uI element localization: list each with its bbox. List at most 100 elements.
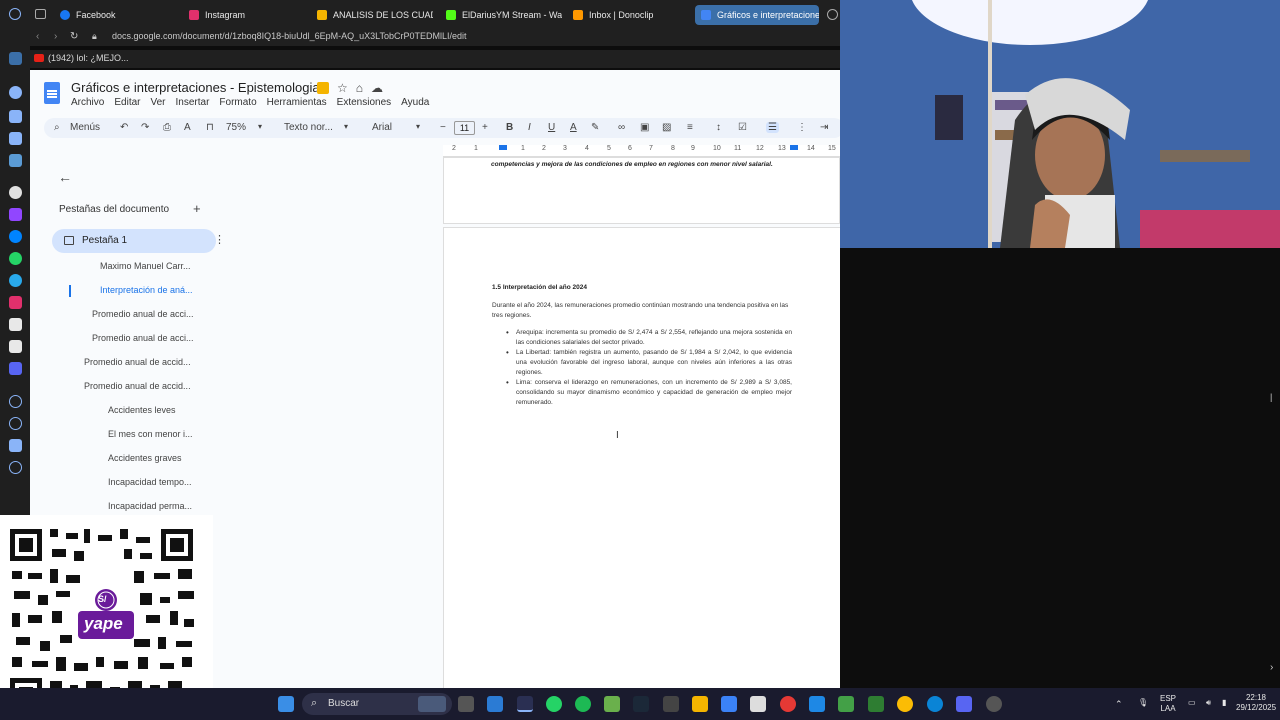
settings-icon[interactable]	[9, 461, 22, 474]
favorite-link[interactable]: (1942) lol: ¿MEJO...	[48, 53, 129, 63]
menu-editar[interactable]: Editar	[114, 97, 140, 108]
home-icon[interactable]	[9, 52, 22, 65]
tab-docs-active[interactable]: Gráficos e interpretacione	[695, 5, 819, 25]
indent-marker-icon[interactable]	[499, 145, 507, 150]
extensions-icon[interactable]	[9, 439, 22, 452]
settings-icon[interactable]	[827, 9, 838, 20]
outline-item[interactable]: Promedio anual de acci...	[92, 309, 194, 319]
docs-logo-icon[interactable]	[44, 82, 60, 104]
move-folder-icon[interactable]: ⌂	[356, 81, 363, 95]
previous-page[interactable]: competencias y mejora de las condiciones…	[443, 157, 840, 224]
zoom-select[interactable]: 75%	[226, 122, 246, 133]
style-select[interactable]: Texto nor...	[284, 122, 333, 133]
chevron-right-icon[interactable]: ›	[1270, 662, 1273, 673]
outline-item[interactable]: Accidentes graves	[108, 453, 182, 463]
menu-formato[interactable]: Formato	[219, 97, 256, 108]
image-icon[interactable]: ▨	[662, 122, 671, 133]
clock[interactable]: 22:18 29/12/2025	[1236, 693, 1276, 713]
outline-item[interactable]: Incapacidad perma...	[108, 501, 192, 511]
link-icon[interactable]: ∞	[618, 122, 625, 133]
player-icon[interactable]	[9, 395, 22, 408]
line-spacing-icon[interactable]: ↕	[716, 122, 721, 133]
copilot-icon[interactable]	[721, 696, 737, 712]
more-vert-icon[interactable]: ⋮	[214, 233, 225, 246]
print-icon[interactable]: ⎙	[163, 122, 171, 133]
menu-archivo[interactable]: Archivo	[71, 97, 104, 108]
outline-item[interactable]: Promedio anual de accid...	[84, 381, 191, 391]
back-icon[interactable]: ‹	[36, 31, 39, 42]
numbered-list-icon[interactable]: ⋮	[797, 122, 807, 133]
outline-item[interactable]: Accidentes leves	[108, 405, 176, 415]
task-view-icon[interactable]	[458, 696, 474, 712]
tray-chevron-icon[interactable]: ⌃	[1115, 699, 1123, 709]
add-tab-icon[interactable]: +	[193, 201, 201, 216]
excel-icon[interactable]	[868, 696, 884, 712]
tab-kick[interactable]: ElDariusYM Stream - Watc	[440, 5, 562, 25]
whatsapp-icon[interactable]	[546, 696, 562, 712]
back-arrow-icon[interactable]: ←	[58, 169, 72, 185]
wallet-icon[interactable]	[9, 110, 22, 123]
menu-ver[interactable]: Ver	[150, 97, 165, 108]
discord-icon[interactable]	[9, 362, 22, 375]
outline-item[interactable]: Maximo Manuel Carr...	[100, 261, 191, 271]
outline-item-active[interactable]: Interpretación de aná...	[100, 285, 193, 295]
bullet-list-icon[interactable]: ☰	[766, 122, 779, 133]
text-color-button[interactable]: A	[570, 122, 577, 133]
tab-drive[interactable]: ANALISIS DE LOS CUADR	[311, 5, 433, 25]
font-size-input[interactable]: 11	[454, 121, 475, 135]
comment-icon[interactable]: ▣	[640, 122, 649, 133]
minecraft-icon[interactable]	[838, 696, 854, 712]
tiktok-icon[interactable]	[9, 318, 22, 331]
battery-icon[interactable]: ▮	[1222, 698, 1226, 708]
opera-icon[interactable]	[9, 8, 21, 20]
outline-item[interactable]: Incapacidad tempo...	[108, 477, 192, 487]
document-page[interactable]: 1.5 Interpretación del año 2024 Durante …	[443, 227, 840, 688]
menu-extensiones[interactable]: Extensiones	[337, 97, 391, 108]
edge-icon[interactable]	[927, 696, 943, 712]
underline-button[interactable]: U	[548, 122, 555, 133]
cloud-status-icon[interactable]: ☁	[371, 81, 383, 95]
tab-instagram[interactable]: Instagram	[183, 5, 303, 25]
indent-icon[interactable]: ⇥	[820, 122, 828, 133]
decrease-size-icon[interactable]: −	[440, 122, 446, 133]
pen-icon[interactable]	[9, 132, 22, 145]
increase-size-icon[interactable]: +	[482, 122, 488, 133]
folder-icon[interactable]	[692, 696, 708, 712]
document-title[interactable]: Gráficos e interpretaciones - Epistemolo…	[71, 80, 320, 95]
calculator-icon[interactable]	[750, 696, 766, 712]
move-icon[interactable]	[317, 82, 329, 94]
checklist-icon[interactable]: ☑	[738, 122, 747, 133]
network-icon[interactable]: ▭	[1188, 698, 1196, 708]
workspaces-icon[interactable]	[35, 9, 46, 19]
outline-item[interactable]: Promedio anual de acci...	[92, 333, 194, 343]
x-icon[interactable]	[9, 340, 22, 353]
undo-icon[interactable]: ↶	[120, 122, 128, 133]
search-sidebar-icon[interactable]	[9, 86, 22, 99]
messenger-icon[interactable]	[9, 230, 22, 243]
search-icon[interactable]: ⌕	[54, 122, 60, 133]
mail-icon[interactable]	[9, 154, 22, 167]
history-icon[interactable]	[9, 417, 22, 430]
windows-start-icon[interactable]	[278, 696, 294, 712]
spellcheck-icon[interactable]: A	[184, 122, 191, 133]
forward-icon[interactable]: ›	[54, 31, 57, 42]
align-icon[interactable]: ≡	[687, 122, 693, 133]
microphone-icon[interactable]: 🎙︎	[1138, 698, 1148, 708]
twitch-icon[interactable]	[9, 208, 22, 221]
menu-herramientas[interactable]: Herramientas	[267, 97, 327, 108]
language-indicator[interactable]: ESP LAA	[1160, 694, 1176, 714]
steam-icon[interactable]	[633, 696, 649, 712]
chatgpt-icon[interactable]	[9, 186, 22, 199]
outline-item[interactable]: El mes con menor i...	[108, 429, 193, 439]
telegram-icon[interactable]	[9, 274, 22, 287]
url-field[interactable]: docs.google.com/document/d/1zboq8IQ18-bi…	[112, 31, 467, 41]
app-icon[interactable]	[604, 696, 620, 712]
menu-insertar[interactable]: Insertar	[176, 97, 210, 108]
obs-icon[interactable]	[986, 696, 1002, 712]
spotify-icon[interactable]	[575, 696, 591, 712]
bold-button[interactable]: B	[506, 122, 513, 133]
discord-icon[interactable]	[956, 696, 972, 712]
tab-facebook[interactable]: Facebook	[54, 5, 174, 25]
app-red-icon[interactable]	[780, 696, 796, 712]
highlight-icon[interactable]: ✎	[591, 122, 599, 133]
